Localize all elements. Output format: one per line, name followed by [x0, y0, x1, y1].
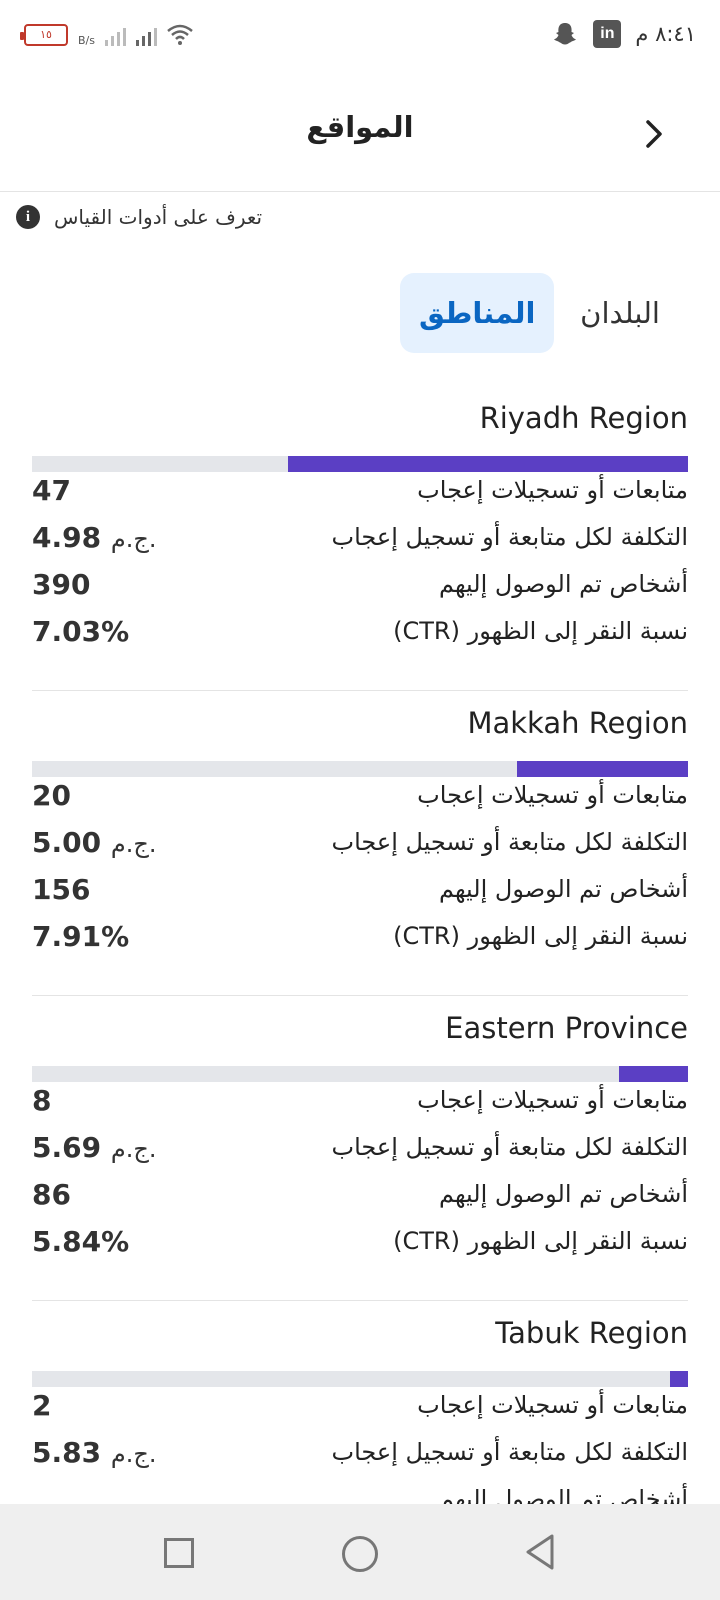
metric-label: التكلفة لكل متابعة أو تسجيل إعجاب	[331, 1438, 689, 1466]
metric-number: 390	[32, 568, 91, 601]
recents-button[interactable]	[164, 1538, 194, 1568]
metric-row-cost: التكلفة لكل متابعة أو تسجيل إعجاب 4.98 ج.…	[32, 517, 688, 565]
metric-value: 8	[32, 1084, 51, 1117]
metric-number: 20	[32, 779, 71, 812]
wifi-icon	[167, 24, 193, 45]
navigation-bar	[0, 1504, 720, 1600]
metric-label: متابعات أو تسجيلات إعجاب	[417, 1391, 688, 1419]
tabs: البلدان المناطق	[400, 273, 660, 353]
metric-label: نسبة النقر إلى الظهور (CTR)	[393, 922, 688, 950]
region-name: Riyadh Region	[479, 401, 688, 435]
measurement-info-link[interactable]: i تعرف على أدوات القياس	[16, 205, 262, 229]
metric-number: 4.98	[32, 521, 102, 554]
net-speed: B/s	[78, 34, 95, 47]
metric-value: 5.83 ج.م.	[32, 1436, 156, 1469]
metric-label: أشخاص تم الوصول إليهم	[439, 875, 688, 903]
info-text[interactable]: تعرف على أدوات القياس	[54, 205, 262, 229]
battery-level: ١٥	[40, 28, 52, 41]
metric-value: 7.03%	[32, 615, 129, 648]
back-button[interactable]	[524, 1532, 556, 1572]
region-card: Riyadh Region متابعات أو تسجيلات إعجاب 47 ا…	[32, 386, 688, 691]
metric-label: التكلفة لكل متابعة أو تسجيل إعجاب	[331, 828, 689, 856]
region-name: Tabuk Region	[495, 1316, 688, 1350]
region-name: Eastern Province	[445, 1011, 688, 1045]
metric-label: التكلفة لكل متابعة أو تسجيل إعجاب	[331, 1133, 689, 1161]
metric-row-cost: التكلفة لكل متابعة أو تسجيل إعجاب 5.69 ج.…	[32, 1127, 688, 1175]
metric-value: 156	[32, 873, 90, 906]
metric-row-ctr: نسبة النقر إلى الظهور (CTR) 5.84%	[32, 1221, 688, 1269]
metric-number: 5.83	[32, 1436, 102, 1469]
region-card: Eastern Province متابعات أو تسجيلات إعجاب…	[32, 996, 688, 1301]
header: المواقع	[0, 74, 720, 192]
metric-value: 2	[32, 1389, 51, 1422]
metric-value: 86	[32, 1178, 71, 1211]
metric-number: 47	[32, 474, 71, 507]
currency-unit: ج.م.	[110, 525, 157, 553]
metric-number: 2	[32, 1389, 52, 1422]
metric-row-followers: متابعات أو تسجيلات إعجاب 8	[32, 1080, 688, 1128]
metric-label: متابعات أو تسجيلات إعجاب	[417, 476, 688, 504]
status-right: in ٨:٤١ م	[551, 20, 696, 48]
metric-number: 5.00	[32, 826, 102, 859]
metric-value: 20	[32, 779, 71, 812]
metric-label: متابعات أو تسجيلات إعجاب	[417, 1086, 688, 1114]
metric-label: التكلفة لكل متابعة أو تسجيل إعجاب	[331, 523, 689, 551]
metric-number: 156	[32, 873, 91, 906]
tab-countries[interactable]: البلدان	[580, 273, 660, 353]
region-card: Makkah Region متابعات أو تسجيلات إعجاب 20 ا…	[32, 691, 688, 996]
metric-number: 7.03%	[32, 615, 130, 648]
metric-row-cost: التكلفة لكل متابعة أو تسجيل إعجاب 5.00 ج.…	[32, 822, 688, 870]
home-button[interactable]	[342, 1536, 378, 1572]
info-icon[interactable]: i	[16, 205, 40, 229]
metric-row-reach: أشخاص تم الوصول إليهم 86	[32, 1174, 688, 1222]
metric-label: نسبة النقر إلى الظهور (CTR)	[393, 617, 688, 645]
snapchat-icon	[554, 23, 577, 45]
metric-number: 86	[32, 1178, 71, 1211]
metric-row-followers: متابعات أو تسجيلات إعجاب 47	[32, 470, 688, 518]
metric-row-cost: التكلفة لكل متابعة أو تسجيل إعجاب 5.83 ج.…	[32, 1432, 688, 1480]
signal-icon-2	[135, 24, 157, 46]
metric-row-ctr: نسبة النقر إلى الظهور (CTR) 7.03%	[32, 611, 688, 659]
metric-value: 47	[32, 474, 71, 507]
metric-value: 5.00 ج.م.	[32, 826, 156, 859]
currency-unit: ج.م.	[110, 1440, 157, 1468]
metric-label: متابعات أو تسجيلات إعجاب	[417, 781, 688, 809]
metric-value: 5.69 ج.م.	[32, 1131, 156, 1164]
currency-unit: ج.م.	[110, 830, 157, 858]
metric-number: 7.91%	[32, 920, 130, 953]
regions-list: Riyadh Region متابعات أو تسجيلات إعجاب 47 ا…	[32, 386, 688, 1600]
currency-unit: ج.م.	[110, 1135, 157, 1163]
metric-value: 390	[32, 568, 90, 601]
linkedin-icon: in	[593, 20, 622, 48]
metric-number: 5.69	[32, 1131, 102, 1164]
status-bar: ١٥ B/s in ٨:٤١ م	[0, 0, 720, 74]
metric-row-reach: أشخاص تم الوصول إليهم 390	[32, 564, 688, 612]
region-name: Makkah Region	[467, 706, 688, 740]
metric-number: 8	[32, 1084, 52, 1117]
metric-value: 4.98 ج.م.	[32, 521, 156, 554]
metric-row-followers: متابعات أو تسجيلات إعجاب 20	[32, 775, 688, 823]
metric-label: أشخاص تم الوصول إليهم	[439, 570, 688, 598]
battery-icon: ١٥	[20, 23, 68, 46]
status-left: ١٥ B/s	[20, 22, 193, 47]
tab-regions[interactable]: المناطق	[400, 273, 555, 353]
metric-label: نسبة النقر إلى الظهور (CTR)	[393, 1227, 688, 1255]
signal-icon	[104, 24, 126, 46]
metric-row-reach: أشخاص تم الوصول إليهم 156	[32, 869, 688, 917]
metric-row-ctr: نسبة النقر إلى الظهور (CTR) 7.91%	[32, 916, 688, 964]
metric-label: أشخاص تم الوصول إليهم	[439, 1180, 688, 1208]
page-title: المواقع	[306, 110, 414, 144]
clock: ٨:٤١ م	[635, 22, 696, 46]
metric-row-followers: متابعات أو تسجيلات إعجاب 2	[32, 1385, 688, 1433]
metric-value: 7.91%	[32, 920, 129, 953]
metric-value: 5.84%	[32, 1225, 129, 1258]
chevron-right-icon[interactable]	[640, 116, 668, 152]
metric-number: 5.84%	[32, 1225, 130, 1258]
